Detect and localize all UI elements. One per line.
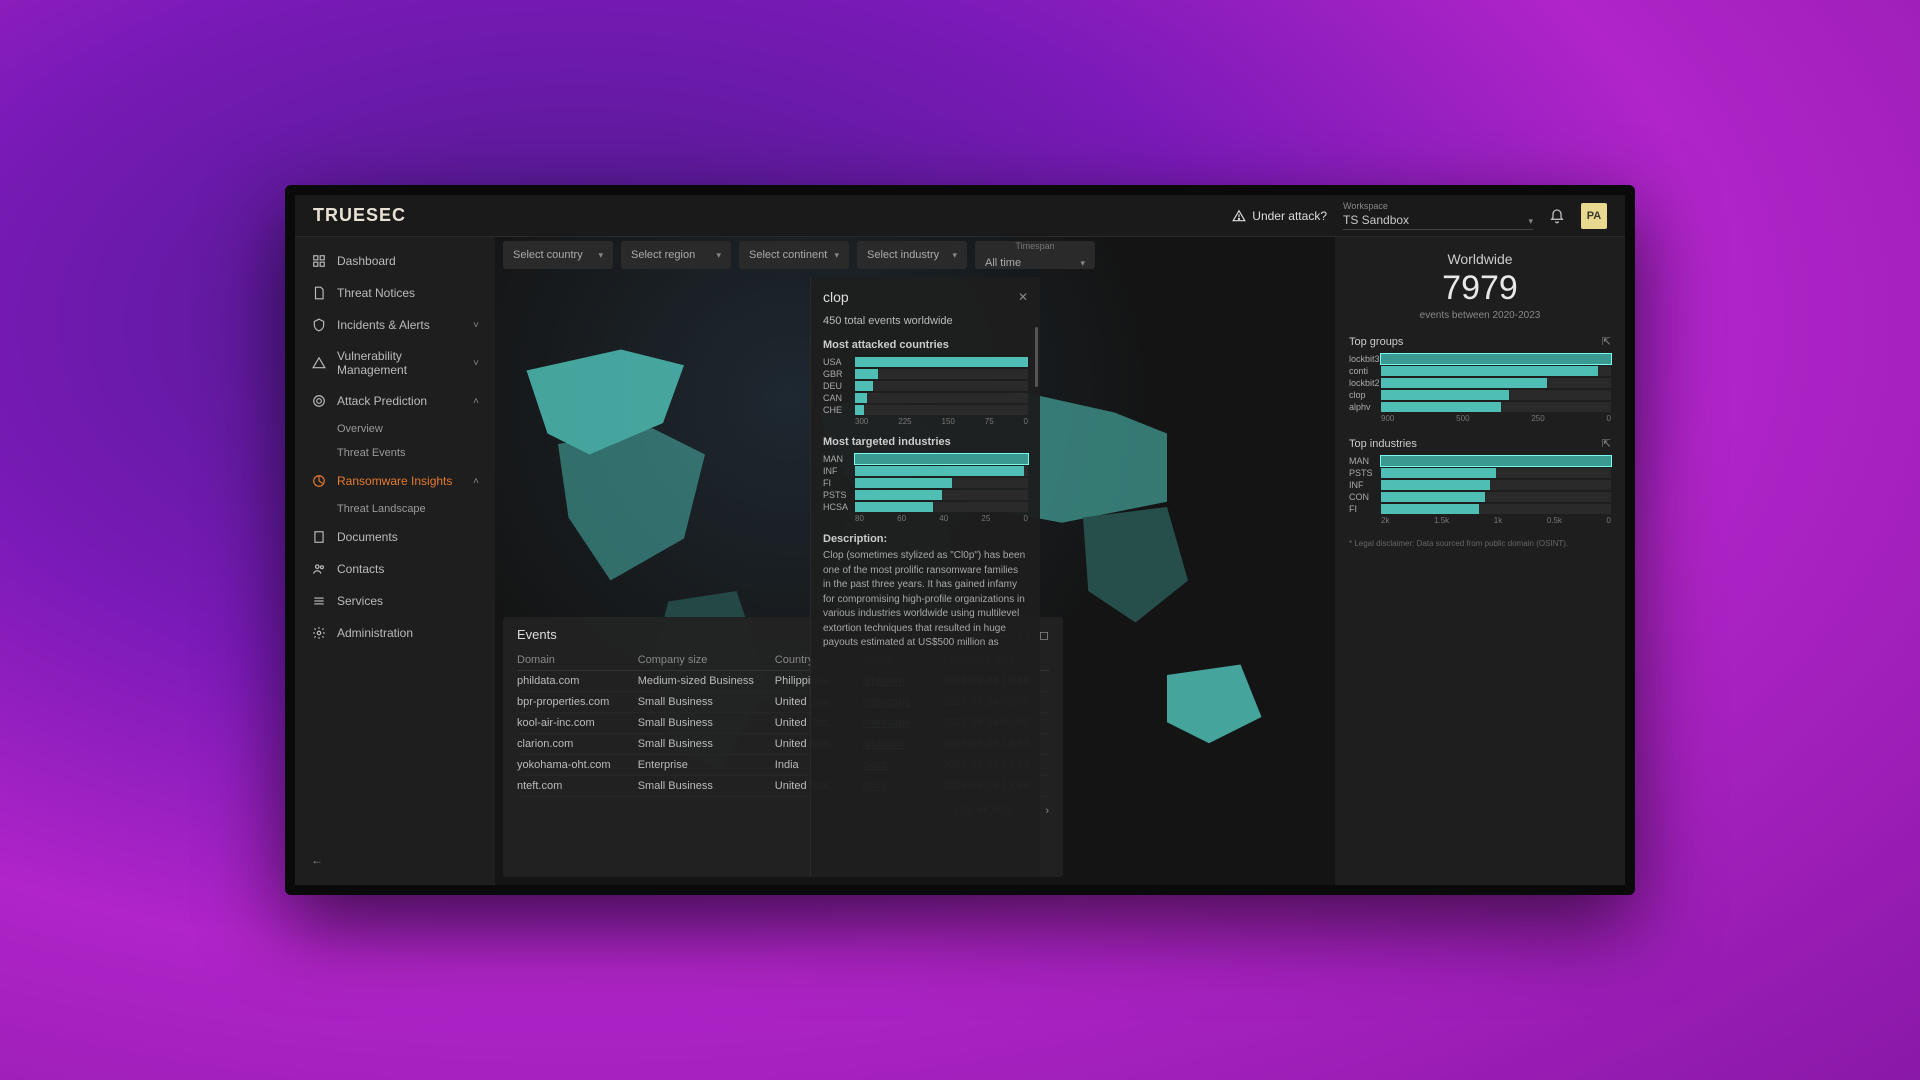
sidebar-item-vulnerability-management[interactable]: Vulnerability Management˅ <box>295 341 495 385</box>
detail-title: clop <box>823 289 849 305</box>
world-map[interactable]: Events — ▢ ◻ Domain Company size Country… <box>495 237 1335 885</box>
sidebar-item-overview[interactable]: Overview <box>295 417 495 441</box>
sidebar-item-threat-events[interactable]: Threat Events <box>295 441 495 465</box>
workspace-selector[interactable]: Workspace TS Sandbox <box>1343 201 1533 230</box>
dashboard-icon <box>311 253 327 269</box>
sidebar-item-ransomware-insights[interactable]: Ransomware Insights˄ <box>295 465 495 497</box>
bar-row[interactable]: alphv <box>1349 402 1611 412</box>
scrollbar-thumb[interactable] <box>1035 327 1038 387</box>
chevron-down-icon <box>716 249 721 261</box>
bar-row[interactable]: lockbit2 <box>1349 378 1611 388</box>
shield-icon <box>311 317 327 333</box>
chevron-down-icon <box>1080 257 1085 269</box>
filter-country[interactable]: Select country <box>503 241 613 269</box>
bar-row[interactable]: FI <box>1349 504 1611 514</box>
app-header: TRUESEC Under attack? Workspace TS Sandb… <box>295 195 1625 237</box>
chevron-down-icon <box>1528 213 1533 227</box>
bar-row[interactable]: GBR <box>823 369 1028 379</box>
close-icon[interactable]: ✕ <box>1018 290 1028 304</box>
chevron-down-icon <box>598 249 603 261</box>
chart-axis: 9005002500 <box>1381 414 1611 423</box>
bar-row[interactable]: HCSA <box>823 502 1028 512</box>
chevron-down-icon <box>952 249 957 261</box>
filter-timespan[interactable]: Timespan All time <box>975 241 1095 269</box>
list-icon <box>311 593 327 609</box>
bar-row[interactable]: PSTS <box>823 490 1028 500</box>
sidebar-item-contacts[interactable]: Contacts <box>295 553 495 585</box>
filter-region[interactable]: Select region <box>621 241 731 269</box>
under-attack-button[interactable]: Under attack? <box>1232 209 1327 223</box>
legal-disclaimer: * Legal disclaimer: Data sourced from pu… <box>1349 539 1611 548</box>
brand-logo: TRUESEC <box>313 205 406 226</box>
bar-row[interactable]: MAN <box>823 454 1028 464</box>
sidebar-item-threat-landscape[interactable]: Threat Landscape <box>295 497 495 521</box>
bar-row[interactable]: USA <box>823 357 1028 367</box>
warning-icon <box>1232 209 1246 223</box>
chevron-up-icon: ˄ <box>473 476 479 487</box>
chart-axis: 2k1.5k1k0.5k0 <box>1381 516 1611 525</box>
sidebar-item-threat-notices[interactable]: Threat Notices <box>295 277 495 309</box>
warn-icon <box>311 355 327 371</box>
radar-icon <box>311 473 327 489</box>
sidebar-item-attack-prediction[interactable]: Attack Prediction˄ <box>295 385 495 417</box>
filter-industry[interactable]: Select industry <box>857 241 967 269</box>
events-title: Events <box>517 627 557 642</box>
total-events-count: 7979 <box>1349 269 1611 308</box>
chart-axis: 300225150750 <box>855 417 1028 426</box>
bar-row[interactable]: lockbit3 <box>1349 354 1611 364</box>
bell-icon[interactable] <box>1549 208 1565 224</box>
sidebar-item-documents[interactable]: Documents <box>295 521 495 553</box>
bar-row[interactable]: clop <box>1349 390 1611 400</box>
bar-row[interactable]: FI <box>823 478 1028 488</box>
bar-row[interactable]: DEU <box>823 381 1028 391</box>
people-icon <box>311 561 327 577</box>
bar-row[interactable]: INF <box>1349 480 1611 490</box>
chart-axis: 806040250 <box>855 514 1028 523</box>
user-avatar[interactable]: PA <box>1581 203 1607 229</box>
detail-description: Clop (sometimes stylized as "Cl0p") has … <box>823 549 1028 651</box>
sidebar-item-dashboard[interactable]: Dashboard <box>295 245 495 277</box>
chevron-down-icon <box>834 249 839 261</box>
industries-expand-icon[interactable]: ⇱ <box>1602 437 1611 450</box>
sidebar-item-services[interactable]: Services <box>295 585 495 617</box>
bar-row[interactable]: MAN <box>1349 456 1611 466</box>
maximize-icon[interactable]: ◻ <box>1039 628 1049 642</box>
target-icon <box>311 393 327 409</box>
doc-icon <box>311 285 327 301</box>
sidebar-item-administration[interactable]: Administration <box>295 617 495 649</box>
page-next-button[interactable]: › <box>1045 805 1049 817</box>
bar-row[interactable]: CHE <box>823 405 1028 415</box>
collapse-sidebar-icon[interactable]: ← <box>311 853 323 867</box>
bar-row[interactable]: PSTS <box>1349 468 1611 478</box>
bar-row[interactable]: CON <box>1349 492 1611 502</box>
sidebar: DashboardThreat NoticesIncidents & Alert… <box>295 237 495 885</box>
chevron-down-icon: ˅ <box>473 358 479 369</box>
doc2-icon <box>311 529 327 545</box>
bar-row[interactable]: CAN <box>823 393 1028 403</box>
gear-icon <box>311 625 327 641</box>
filter-bar: Select country Select region Select cont… <box>495 237 1335 273</box>
bar-row[interactable]: INF <box>823 466 1028 476</box>
sidebar-item-incidents-alerts[interactable]: Incidents & Alerts˅ <box>295 309 495 341</box>
chevron-up-icon: ˄ <box>473 396 479 407</box>
groups-expand-icon[interactable]: ⇱ <box>1602 335 1611 348</box>
threat-detail-panel: clop ✕ 450 total events worldwide Most a… <box>810 277 1040 877</box>
filter-continent[interactable]: Select continent <box>739 241 849 269</box>
chevron-down-icon: ˅ <box>473 320 479 331</box>
bar-row[interactable]: conti <box>1349 366 1611 376</box>
summary-sidebar: Worldwide 7979 events between 2020-2023 … <box>1335 237 1625 885</box>
